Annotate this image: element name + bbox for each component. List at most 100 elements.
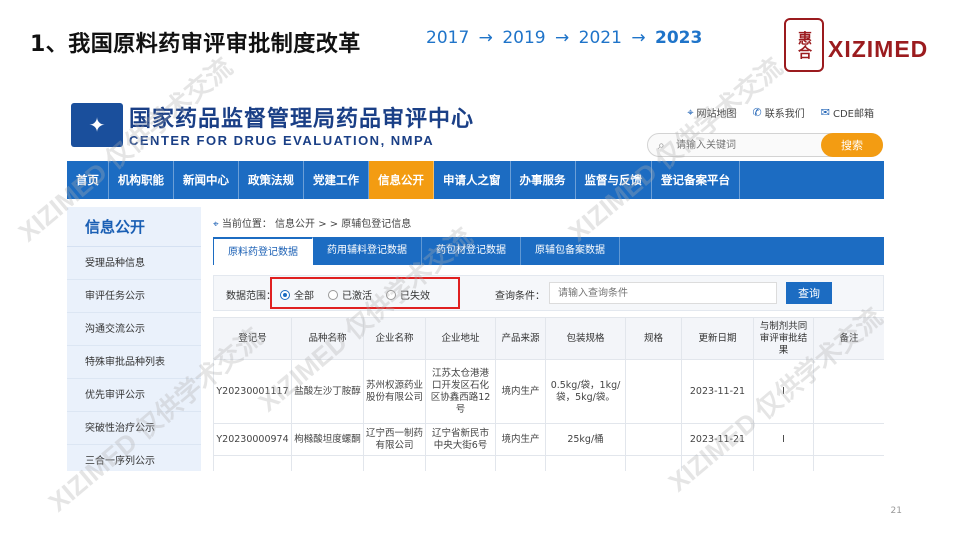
nav-party[interactable]: 党建工作: [304, 161, 369, 199]
sidebar-item-communication[interactable]: 沟通交流公示: [67, 313, 201, 346]
timeline-arrow: →: [478, 28, 493, 48]
sitemap-link[interactable]: ⌖ 网站地图: [687, 105, 737, 121]
search-icon: ⌕: [658, 138, 665, 152]
nav-registration[interactable]: 登记备案平台: [652, 161, 740, 199]
table-cell: [291, 455, 364, 471]
breadcrumb-path[interactable]: 信息公开 > > 原辅包登记信息: [275, 219, 411, 230]
contact-label: 联系我们: [764, 109, 805, 120]
sidebar-item-three-in-one[interactable]: 三合一序列公示: [67, 445, 201, 471]
sidebar-item-review-tasks[interactable]: 审评任务公示: [67, 280, 201, 313]
column-header: 备注: [813, 317, 884, 360]
nav-news[interactable]: 新闻中心: [174, 161, 239, 199]
table-cell: [363, 455, 426, 471]
nav-policy[interactable]: 政策法规: [239, 161, 304, 199]
table-cell[interactable]: 枸橼酸坦度螺酮: [291, 423, 364, 456]
table-cell: 辽宁西一制药有限公司: [363, 423, 426, 456]
location-pin-icon: ⌖: [213, 219, 219, 230]
table-cell: I: [753, 359, 814, 424]
table-cell: 2023-11-21: [681, 359, 754, 424]
nav-home[interactable]: 首页: [67, 161, 109, 199]
nav-functions[interactable]: 机构职能: [109, 161, 174, 199]
table-cell: 苏州权源药业股份有限公司: [363, 359, 426, 424]
table-cell: [213, 455, 292, 471]
table-cell: 辽宁省新民市中央大街6号: [425, 423, 496, 456]
location-pin-icon: ⌖: [687, 105, 694, 119]
mail-label: CDE邮箱: [832, 109, 874, 120]
tab-api-registration[interactable]: 原料药登记数据: [213, 237, 313, 265]
table-cell: Y20230000974: [213, 423, 292, 456]
sitemap-label: 网站地图: [696, 109, 737, 120]
site-name-en: CENTER FOR DRUG EVALUATION, NMPA: [129, 133, 435, 148]
contact-link[interactable]: ✆ 联系我们: [753, 105, 805, 120]
column-header: 登记号: [213, 317, 292, 360]
query-input[interactable]: [549, 282, 777, 304]
registration-table: 登记号 品种名称 企业名称 企业地址 产品来源 包装规格 规格 更新日期 与制剂…: [213, 317, 884, 471]
query-label: 查询条件：: [495, 291, 545, 302]
table-header-row: 登记号 品种名称 企业名称 企业地址 产品来源 包装规格 规格 更新日期 与制剂…: [213, 317, 884, 360]
table-cell: [425, 455, 496, 471]
table-cell[interactable]: 盐酸左沙丁胺醇: [291, 359, 364, 424]
sidebar-item-breakthrough[interactable]: 突破性治疗公示: [67, 412, 201, 445]
table-cell: [813, 359, 884, 424]
timeline: 2017 → 2019 → 2021 → 2023: [424, 28, 704, 48]
sidebar-title: 信息公开: [67, 207, 201, 247]
table-row[interactable]: [213, 455, 884, 471]
timeline-year: 2021: [578, 28, 622, 48]
column-header: 企业名称: [363, 317, 426, 360]
table-cell: [813, 455, 884, 471]
mail-icon: ✉: [820, 106, 830, 119]
column-header: 品种名称: [291, 317, 364, 360]
timeline-arrow: →: [555, 28, 570, 48]
nav-info-public[interactable]: 信息公开: [369, 161, 434, 199]
table-cell: 境内生产: [495, 423, 546, 456]
filter-bar: 数据范围： 全部 已激活 已失效 查询条件： 查询: [213, 275, 884, 311]
table-cell: [625, 455, 682, 471]
site-header: ✦ 国家药品监督管理局药品审评中心 CENTER FOR DRUG EVALUA…: [67, 95, 884, 161]
table-row[interactable]: Y20230001117 盐酸左沙丁胺醇 苏州权源药业股份有限公司 江苏太仓港港…: [213, 359, 884, 424]
sidebar-item-accepted[interactable]: 受理品种信息: [67, 247, 201, 280]
mail-link[interactable]: ✉ CDE邮箱: [821, 105, 874, 120]
table-cell: 境内生产: [495, 359, 546, 424]
table-cell: 0.5kg/袋，1kg/袋，5kg/袋。: [545, 359, 626, 424]
column-header: 与制剂共同审评审批结果: [753, 317, 814, 360]
search-button[interactable]: 搜索: [821, 133, 883, 157]
seal-logo: 惠合: [784, 18, 824, 72]
search-input[interactable]: [676, 137, 806, 154]
main-content: ⌖ 当前位置： 信息公开 > > 原辅包登记信息 原料药登记数据 药用辅料登记数…: [213, 207, 884, 471]
table-row[interactable]: Y20230000974 枸橼酸坦度螺酮 辽宁西一制药有限公司 辽宁省新民市中央…: [213, 423, 884, 456]
query-button[interactable]: 查询: [786, 282, 832, 304]
tab-excipient-registration[interactable]: 药用辅料登记数据: [313, 237, 422, 265]
phone-icon: ✆: [752, 106, 762, 119]
highlight-box: [270, 277, 460, 309]
table-cell: 25kg/桶: [545, 423, 626, 456]
table-cell: 江苏太仓港港口开发区石化区协鑫西路12号: [425, 359, 496, 424]
sidebar-item-special-approval[interactable]: 特殊审批品种列表: [67, 346, 201, 379]
tab-filing-data[interactable]: 原辅包备案数据: [521, 237, 620, 265]
cde-logo-icon[interactable]: ✦: [71, 103, 123, 147]
table-cell: [625, 359, 682, 424]
column-header: 更新日期: [681, 317, 754, 360]
column-header: 产品来源: [495, 317, 546, 360]
table-cell: I: [753, 423, 814, 456]
table-cell: [753, 455, 814, 471]
table-cell: 2023-11-21: [681, 423, 754, 456]
column-header: 企业地址: [425, 317, 496, 360]
nav-applicant[interactable]: 申请人之窗: [434, 161, 511, 199]
site-name-cn: 国家药品监督管理局药品审评中心: [129, 107, 475, 132]
nav-supervision[interactable]: 监督与反馈: [576, 161, 652, 199]
column-header: 包装规格: [545, 317, 626, 360]
timeline-year: 2017: [426, 28, 470, 48]
timeline-year-current: 2023: [654, 28, 703, 48]
sidebar-item-priority-review[interactable]: 优先审评公示: [67, 379, 201, 412]
nav-services[interactable]: 办事服务: [511, 161, 576, 199]
tab-packaging-registration[interactable]: 药包材登记数据: [422, 237, 521, 265]
column-header: 规格: [625, 317, 682, 360]
scope-label: 数据范围：: [226, 291, 276, 302]
site-search: ⌕ 搜索: [647, 133, 883, 157]
brand-logo: 惠合 XIZIMED: [784, 16, 934, 76]
table-cell: [545, 455, 626, 471]
breadcrumb: ⌖ 当前位置： 信息公开 > > 原辅包登记信息: [213, 215, 411, 230]
main-nav: 首页 机构职能 新闻中心 政策法规 党建工作 信息公开 申请人之窗 办事服务 监…: [67, 161, 884, 199]
brand-wordmark: XIZIMED: [828, 36, 929, 62]
table-cell: [813, 423, 884, 456]
